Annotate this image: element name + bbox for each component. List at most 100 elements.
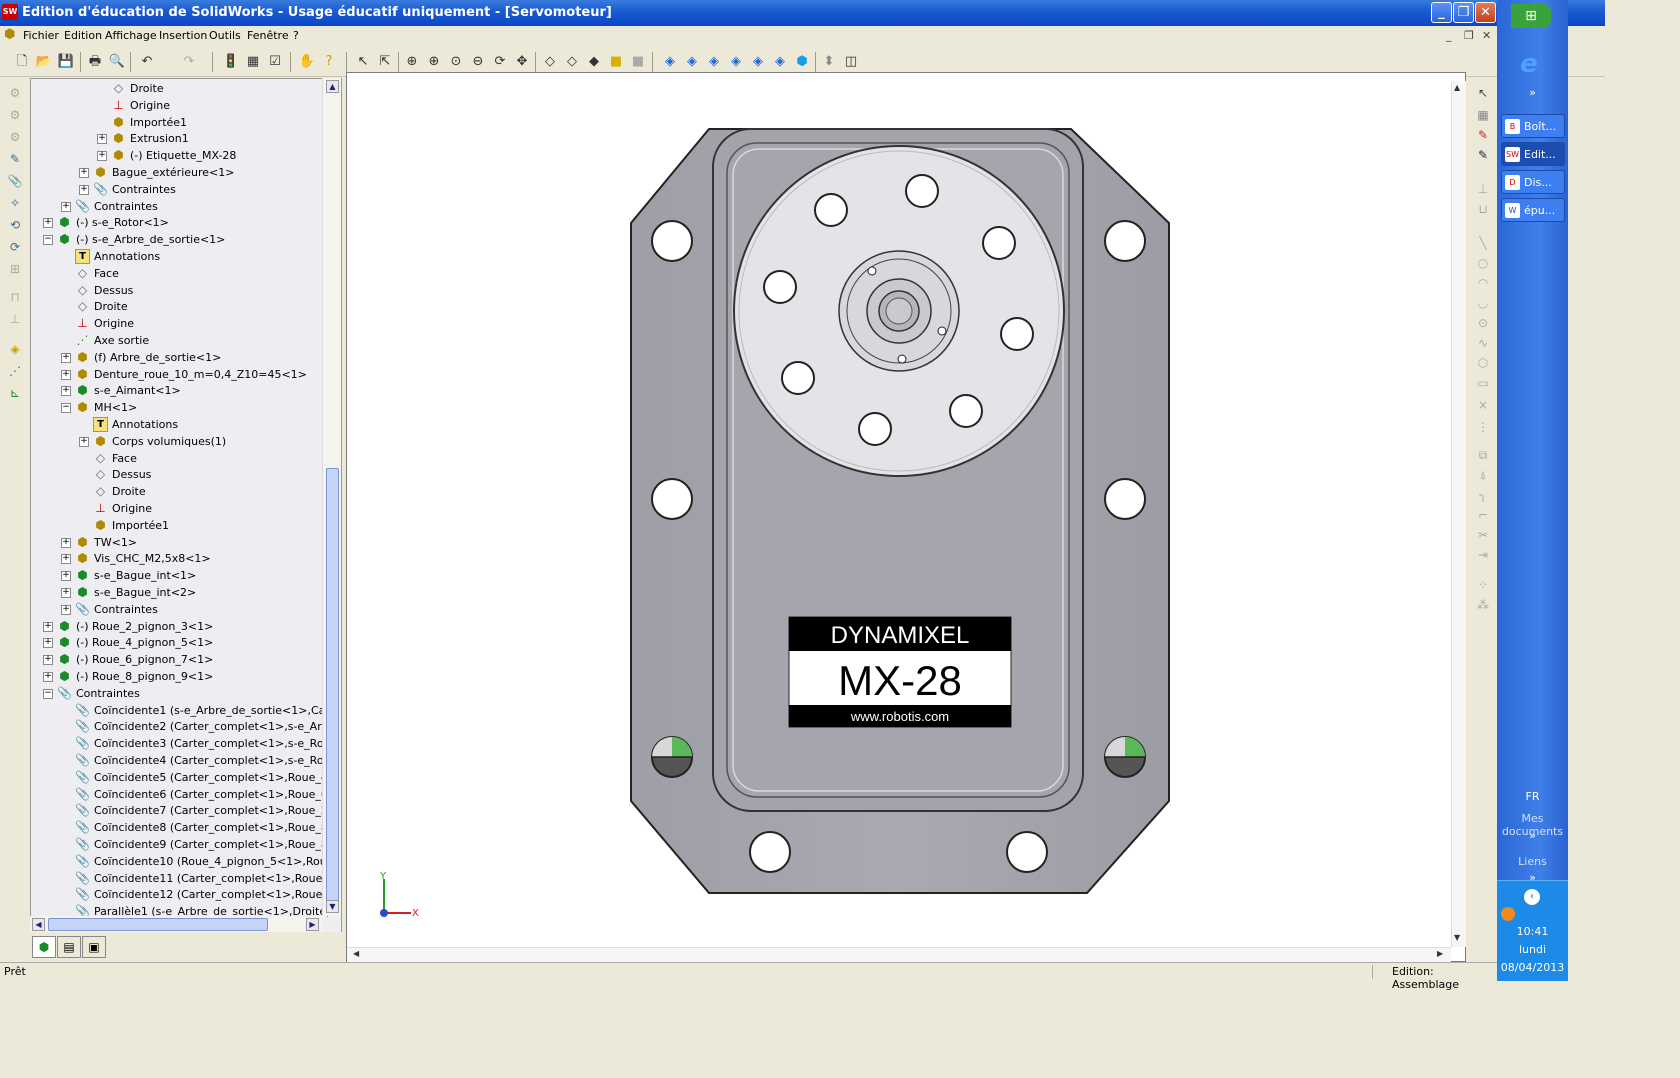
tree-node[interactable]: 📎 Coïncidente12 (Carter_complet<1>,Roue_2…: [31, 886, 341, 903]
point-tool-icon[interactable]: ×: [1474, 396, 1492, 414]
taskbar-item[interactable]: B Boît...: [1501, 114, 1565, 138]
tree-node[interactable]: − 📎 Contraintes: [31, 685, 323, 702]
tree-node[interactable]: ◇ Droite: [31, 298, 323, 315]
doc-close-button[interactable]: ✕: [1482, 29, 1491, 42]
close-button[interactable]: ✕: [1475, 2, 1496, 23]
viewport-scroll-right-arrow-icon[interactable]: ▶: [1437, 949, 1443, 958]
tree-node[interactable]: 📎 Coïncidente9 (Carter_complet<1>,Roue_8_…: [31, 836, 341, 853]
hide-show-icon[interactable]: ⚙: [6, 106, 24, 124]
expand-icon[interactable]: +: [61, 571, 71, 582]
help-icon[interactable]: ?: [320, 53, 338, 71]
tree-node[interactable]: ⬢ Importée1: [31, 114, 323, 131]
expand-icon[interactable]: +: [61, 369, 71, 380]
extend-icon[interactable]: ⇥: [1474, 546, 1492, 564]
tree-node[interactable]: + ⬢ s-e_Bague_int<2>: [31, 584, 323, 601]
tree-node[interactable]: + ⬢ s-e_Aimant<1>: [31, 382, 323, 399]
tree-node[interactable]: 📎 Coïncidente1 (s-e_Arbre_de_sortie<1>,Ca…: [31, 702, 341, 719]
collapse-icon[interactable]: −: [61, 403, 71, 414]
tree-node[interactable]: + ⬢ s-e_Bague_int<1>: [31, 567, 323, 584]
tree-node[interactable]: 📎 Coïncidente2 (Carter_complet<1>,s-e_Arb…: [31, 718, 341, 735]
change-suppression-icon[interactable]: ⚙: [6, 128, 24, 146]
viewport-scroll-up-arrow-icon[interactable]: ▲: [1454, 83, 1460, 92]
zoom-out-icon[interactable]: ⊖: [469, 53, 487, 71]
viewport-horizontal-scrollbar[interactable]: ◀ ▶: [347, 947, 1451, 962]
view-left-icon[interactable]: ◈: [705, 53, 723, 71]
tree-node[interactable]: ◇ Droite: [31, 80, 323, 97]
slot-tool-icon[interactable]: ▭: [1474, 374, 1492, 392]
menu-fichier[interactable]: Fichier: [23, 29, 59, 42]
section-view-icon[interactable]: ◫: [842, 53, 860, 71]
arc-tool-icon[interactable]: ◠: [1474, 274, 1492, 292]
quicklaunch-expand-icon[interactable]: »: [1497, 86, 1568, 99]
menu-fenetre[interactable]: Fenêtre: [247, 29, 289, 42]
view-top-icon[interactable]: ◈: [749, 53, 767, 71]
tree-node[interactable]: + ⬢ (-) s-e_Rotor<1>: [31, 214, 323, 231]
print-icon[interactable]: 🖶: [86, 53, 104, 71]
feature-manager-tree[interactable]: ◇ Droite ⊥ Origine ⬢ Importée1 + ⬢ Extrusion1 + ⬢ (…: [30, 78, 342, 980]
liens-toolbar[interactable]: Liens: [1497, 855, 1568, 868]
tree-node[interactable]: 📎 Coïncidente6 (Carter_complet<1>,Roue_6_…: [31, 786, 341, 803]
expand-icon[interactable]: +: [61, 201, 71, 212]
tree-node[interactable]: + ⬢ (-) Etiquette_MX-28: [31, 147, 323, 164]
viewport-vertical-scrollbar[interactable]: ▲ ▼: [1451, 81, 1466, 947]
chamfer-icon[interactable]: ⌐: [1474, 506, 1492, 524]
tree-node[interactable]: + ⬢ (-) Roue_8_pignon_9<1>: [31, 668, 323, 685]
scroll-up-arrow-icon[interactable]: ▲: [326, 80, 339, 93]
open-folder-icon[interactable]: 📂: [35, 53, 53, 71]
circular-pattern-icon[interactable]: ⁂: [1474, 596, 1492, 614]
graphics-area[interactable]: DYNAMIXEL MX-28 www.robotis.com Y X ▲ ▼ …: [346, 72, 1466, 962]
shaded-icon[interactable]: ■: [629, 53, 647, 71]
redo-icon[interactable]: ↷: [180, 53, 198, 71]
grid-tool-icon[interactable]: ▦: [1474, 106, 1492, 124]
doc-restore-button[interactable]: ❐: [1464, 29, 1474, 42]
tree-node[interactable]: + ⬢ TW<1>: [31, 534, 323, 551]
tree-node[interactable]: 📎 Coïncidente5 (Carter_complet<1>,Roue_4_…: [31, 769, 341, 786]
tree-vertical-scrollbar[interactable]: ▲ ▼: [322, 78, 341, 916]
menu-edition[interactable]: Edition: [64, 29, 102, 42]
expand-icon[interactable]: +: [61, 537, 71, 548]
expand-icon[interactable]: +: [79, 168, 89, 178]
internet-explorer-icon[interactable]: e: [1515, 50, 1543, 78]
text-tool-icon[interactable]: ⋮: [1474, 418, 1492, 436]
tree-node[interactable]: ⊥ Origine: [31, 315, 323, 332]
trim-icon[interactable]: ✂: [1474, 526, 1492, 544]
edit-component-icon[interactable]: ✎: [6, 150, 24, 168]
tree-node[interactable]: ◇ Droite: [31, 483, 323, 500]
explode-icon[interactable]: ⊞: [6, 260, 24, 278]
new-document-icon[interactable]: 🗋: [13, 53, 31, 71]
select-filter-icon[interactable]: ⇱: [376, 53, 394, 71]
language-indicator[interactable]: FR: [1497, 790, 1568, 803]
tree-node[interactable]: 📎 Coïncidente3 (Carter_complet<1>,s-e_Rot…: [31, 735, 341, 752]
menu-outils[interactable]: Outils: [209, 29, 241, 42]
expand-icon[interactable]: +: [61, 554, 71, 565]
tree-node[interactable]: ◇ Dessus: [31, 282, 323, 299]
view-bottom-icon[interactable]: ◈: [771, 53, 789, 71]
collapse-icon[interactable]: −: [43, 235, 53, 246]
coordinate-system-icon[interactable]: ⊾: [6, 384, 24, 402]
sketch-tool-icon[interactable]: ✎: [1474, 126, 1492, 144]
rotate-component-icon[interactable]: ⟳: [6, 238, 24, 256]
expand-icon[interactable]: +: [43, 218, 53, 229]
taskbar-item[interactable]: SW Edit...: [1501, 142, 1565, 166]
tree-node[interactable]: + ⬢ (-) Roue_6_pignon_7<1>: [31, 651, 323, 668]
tree-node[interactable]: ◇ Face: [31, 450, 323, 467]
mate-icon[interactable]: 📎: [6, 172, 24, 190]
scroll-right-arrow-icon[interactable]: ▶: [306, 918, 319, 931]
doc-minimize-button[interactable]: _: [1446, 29, 1452, 42]
traffic-light-icon[interactable]: 🚦: [222, 53, 240, 71]
normal-to-icon[interactable]: ⬍: [820, 53, 838, 71]
expand-icon[interactable]: +: [43, 638, 53, 649]
minimize-button[interactable]: _: [1431, 2, 1452, 23]
spline-tool-icon[interactable]: ∿: [1474, 334, 1492, 352]
hidden-lines-visible-icon[interactable]: ◇: [563, 53, 581, 71]
assembly-feature-icon[interactable]: ⊓: [6, 288, 24, 306]
expand-icon[interactable]: +: [43, 672, 53, 682]
tree-node[interactable]: T Annotations: [31, 248, 323, 265]
tree-node[interactable]: − ⬢ (-) s-e_Arbre_de_sortie<1>: [31, 231, 323, 248]
tree-hscroll-thumb[interactable]: [48, 918, 268, 931]
menu-affichage[interactable]: Affichage: [105, 29, 157, 42]
expand-icon[interactable]: +: [61, 604, 71, 615]
expand-icon[interactable]: +: [61, 352, 71, 363]
tree-node[interactable]: T Annotations: [31, 416, 323, 433]
view-right-icon[interactable]: ◈: [727, 53, 745, 71]
